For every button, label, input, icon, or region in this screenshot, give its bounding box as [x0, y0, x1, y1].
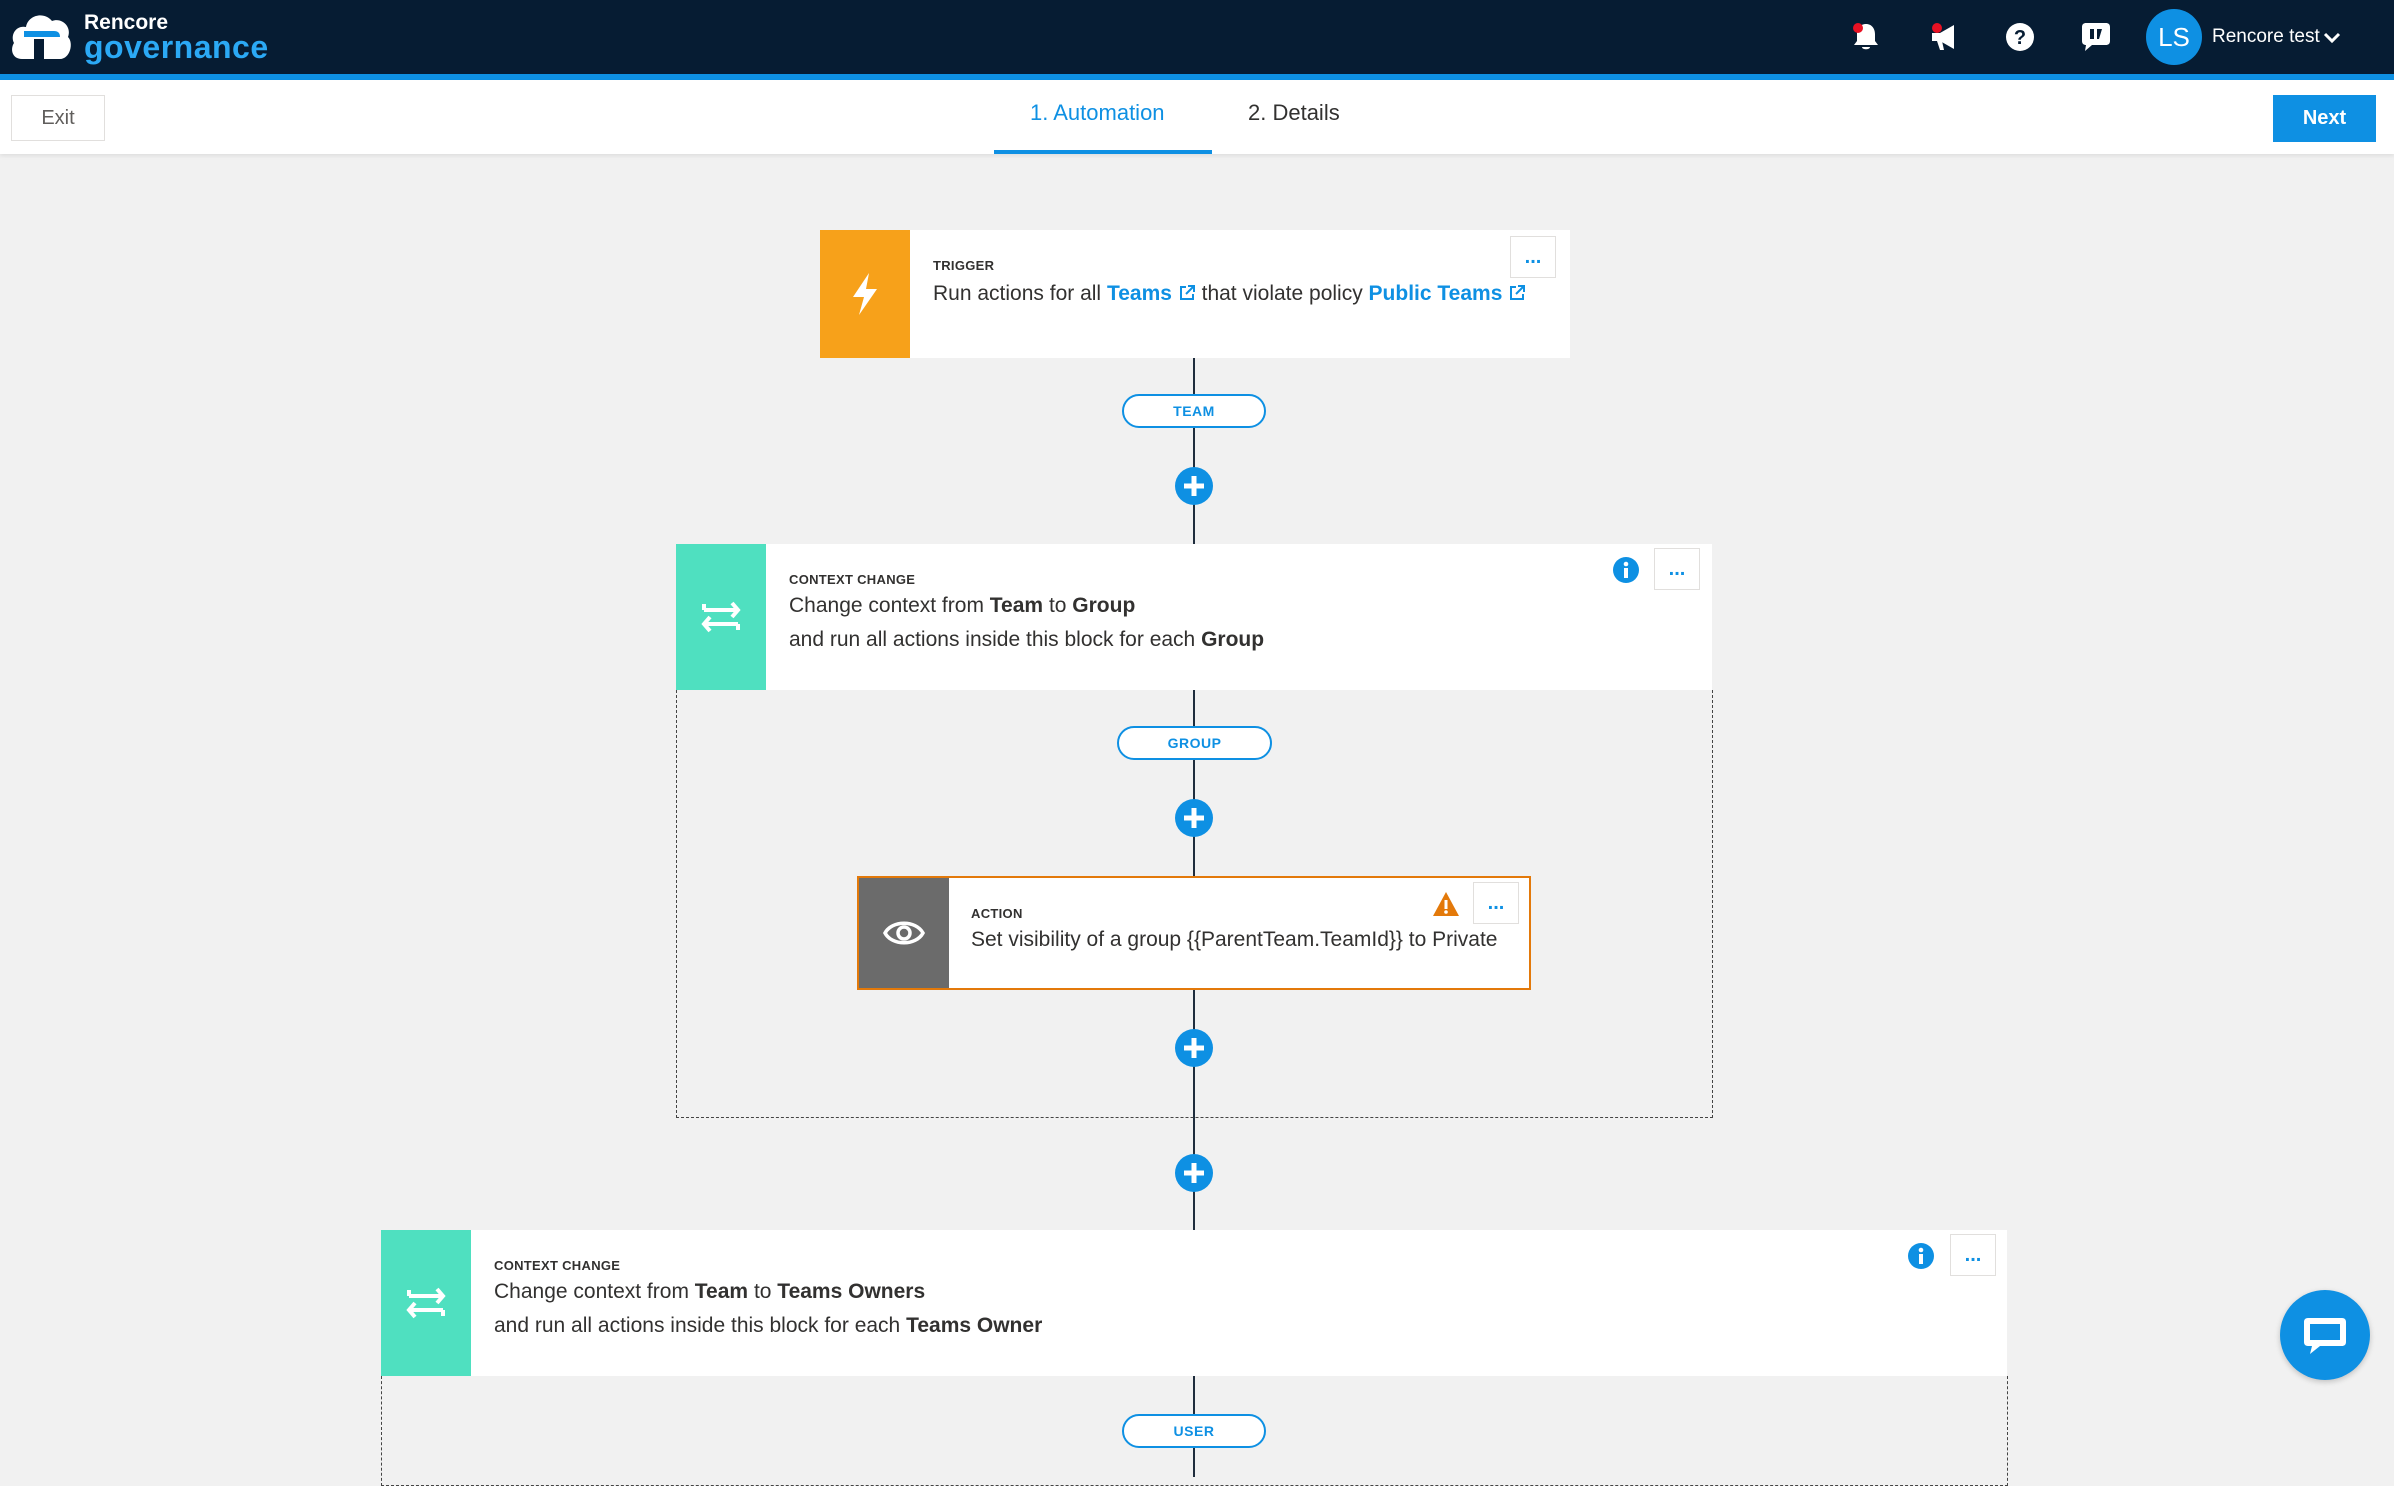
context-to: Teams Owners: [777, 1280, 926, 1303]
trigger-card[interactable]: TRIGGER Run actions for all Teams that v…: [820, 230, 1570, 358]
team-output-pill: TEAM: [1122, 394, 1266, 428]
external-link-icon[interactable]: [1178, 284, 1196, 302]
wizard-toolbar: [0, 80, 2394, 154]
context-each: Teams Owner: [906, 1314, 1043, 1337]
add-step-icon[interactable]: [1174, 1028, 1214, 1068]
tab-details[interactable]: 2. Details: [1248, 100, 1340, 126]
add-step-icon[interactable]: [1174, 466, 1214, 506]
context-change-line-2: and run all actions inside this block fo…: [494, 1314, 1042, 1338]
context-text: and run all actions inside this block fo…: [789, 628, 1196, 651]
context-text: to: [753, 1280, 772, 1303]
tab-automation[interactable]: 1. Automation: [1030, 100, 1165, 126]
eye-icon: [883, 921, 925, 945]
action-description: Set visibility of a group {{ParentTeam.T…: [971, 928, 1498, 951]
context-from: Team: [989, 594, 1044, 617]
lightning-icon: [853, 273, 877, 315]
question-icon[interactable]: ?: [2002, 19, 2038, 55]
info-icon[interactable]: [1907, 1242, 1935, 1270]
megaphone-icon[interactable]: [1926, 19, 1962, 55]
trigger-label: TRIGGER: [933, 258, 995, 273]
app-logo[interactable]: Rencore governance: [8, 6, 269, 68]
context-change-strip: [676, 544, 766, 690]
action-label: ACTION: [971, 906, 1023, 921]
context-change-line-1: Change context from Team to Teams Owners: [494, 1280, 925, 1304]
bell-icon[interactable]: [1848, 19, 1884, 55]
external-link-icon[interactable]: [1508, 284, 1526, 302]
context-text: Change context from: [494, 1280, 689, 1303]
context-change-line-1: Change context from Team to Group: [789, 594, 1135, 618]
context-change-menu-button[interactable]: ...: [1654, 548, 1700, 590]
context-change-line-2: and run all actions inside this block fo…: [789, 628, 1264, 652]
trigger-description: Run actions for all Teams that violate p…: [933, 282, 1526, 306]
exit-button[interactable]: Exit: [11, 95, 105, 141]
user-pill: USER: [1122, 1414, 1266, 1448]
trigger-text-prefix: Run actions for all: [933, 282, 1102, 305]
user-name[interactable]: Rencore test: [2212, 26, 2320, 48]
action-menu-button[interactable]: ...: [1473, 882, 1519, 924]
active-tab-indicator: [994, 150, 1212, 154]
connector-line: [1193, 358, 1195, 544]
chat-icon: [2304, 1318, 2346, 1354]
context-each: Group: [1201, 628, 1265, 651]
context-change-label: CONTEXT CHANGE: [494, 1258, 621, 1273]
context-from: Team: [694, 1280, 749, 1303]
swap-arrows-icon: [701, 601, 741, 633]
trigger-strip: [820, 230, 910, 358]
next-button[interactable]: Next: [2273, 95, 2376, 142]
policy-link[interactable]: Public Teams: [1369, 282, 1503, 305]
action-card[interactable]: ACTION Set visibility of a group {{Paren…: [857, 876, 1531, 990]
user-avatar[interactable]: LS: [2146, 9, 2202, 65]
context-change-strip: [381, 1230, 471, 1376]
context-change-card-group[interactable]: CONTEXT CHANGE Change context from Team …: [676, 544, 1712, 690]
group-pill: GROUP: [1117, 726, 1272, 760]
teams-link[interactable]: Teams: [1107, 282, 1172, 305]
cloud-logo-icon: [12, 15, 71, 59]
warning-icon[interactable]: [1431, 890, 1461, 918]
chevron-down-icon[interactable]: [2322, 28, 2342, 48]
trigger-menu-button[interactable]: ...: [1510, 236, 1556, 278]
context-change-card-owners[interactable]: CONTEXT CHANGE Change context from Team …: [381, 1230, 2007, 1376]
action-strip: [859, 878, 949, 988]
context-text: and run all actions inside this block fo…: [494, 1314, 901, 1337]
swap-arrows-icon: [406, 1287, 446, 1319]
context-text: Change context from: [789, 594, 984, 617]
feedback-icon[interactable]: [2078, 19, 2114, 55]
context-change-menu-button[interactable]: ...: [1950, 1234, 1996, 1276]
trigger-text-middle: that violate policy: [1201, 282, 1363, 305]
context-text: to: [1048, 594, 1067, 617]
svg-text:?: ?: [2014, 27, 2026, 49]
chat-button[interactable]: [2280, 1290, 2370, 1380]
info-icon[interactable]: [1612, 556, 1640, 584]
add-step-icon[interactable]: [1174, 1153, 1214, 1193]
brand-line-2: governance: [84, 28, 269, 65]
context-change-label: CONTEXT CHANGE: [789, 572, 916, 587]
add-step-icon[interactable]: [1174, 798, 1214, 838]
context-to: Group: [1072, 594, 1136, 617]
